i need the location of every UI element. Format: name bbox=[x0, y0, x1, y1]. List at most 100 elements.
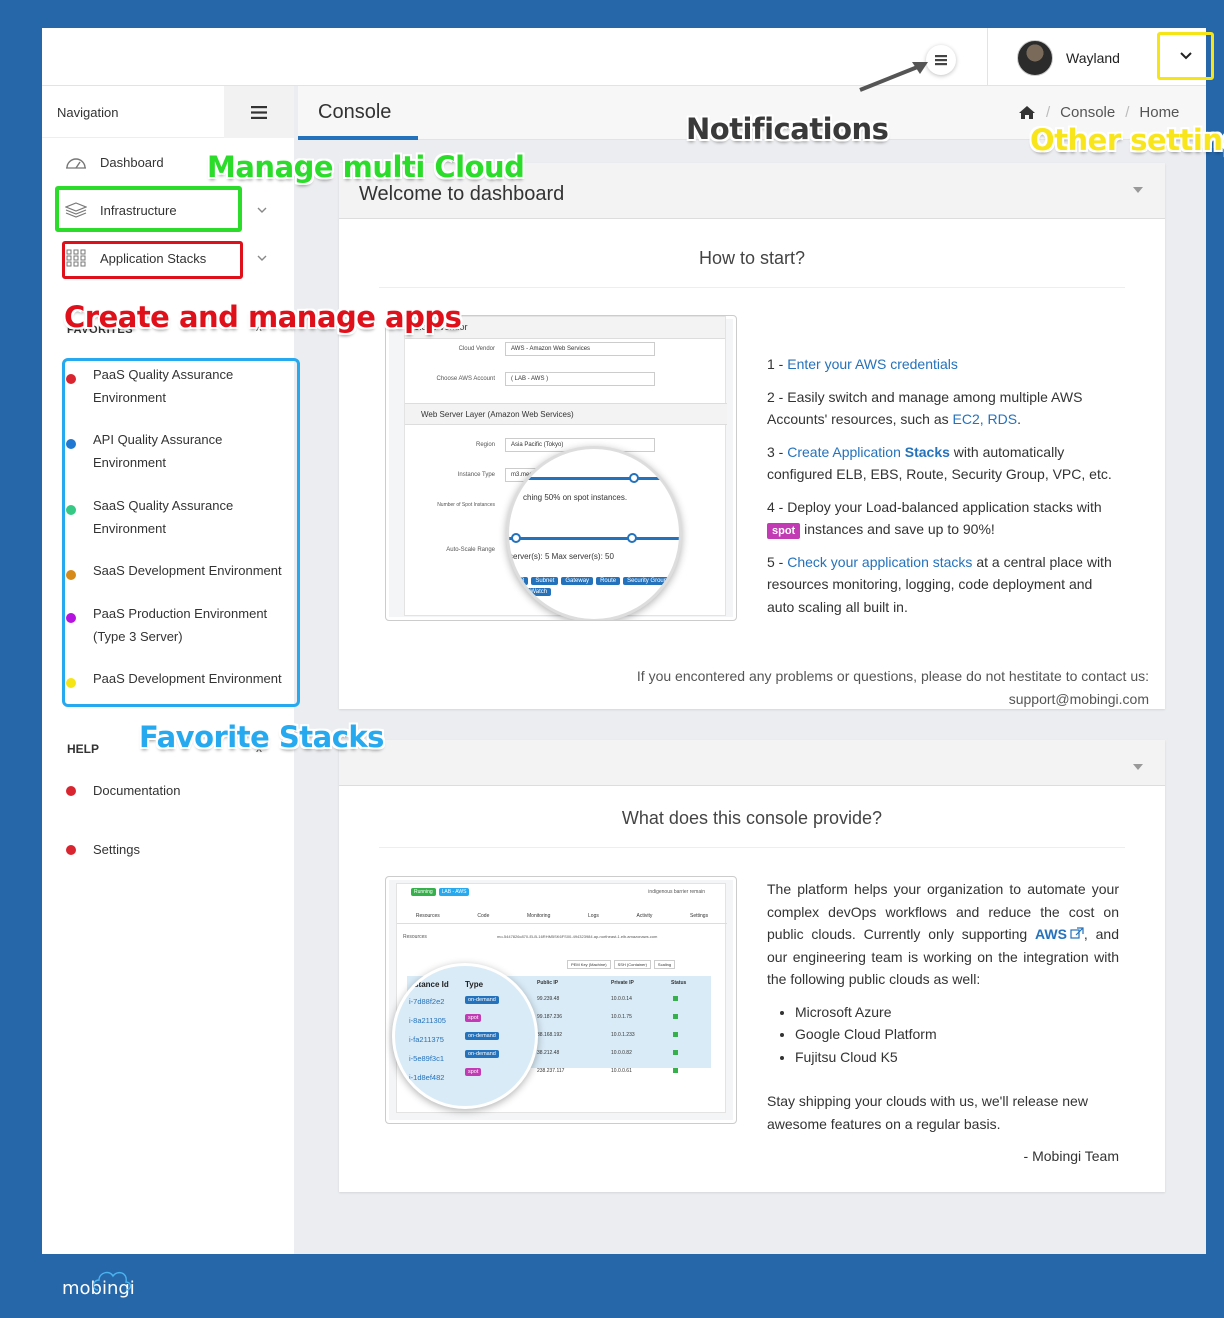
help-item-settings[interactable]: Settings bbox=[66, 842, 140, 857]
slider-track bbox=[519, 477, 669, 480]
setup-screenshot: Cloud Vendor Cloud Vendor AWS - Amazon W… bbox=[385, 315, 737, 621]
status-ok-icon bbox=[673, 1032, 678, 1037]
running-badge: Running bbox=[411, 888, 436, 896]
getting-started-steps: 1 - Enter your AWS credentials 2 - Easil… bbox=[767, 353, 1117, 628]
create-stacks-link-bold[interactable]: Stacks bbox=[905, 444, 950, 460]
step-text: 2 - Easily switch and manage among multi… bbox=[767, 388, 1083, 428]
step-1: 1 - Enter your AWS credentials bbox=[767, 353, 1117, 376]
screenshot-text: indigenous barrier remain bbox=[648, 889, 705, 895]
screenshot-label: Cloud Vendor bbox=[458, 346, 495, 352]
type-badge: spot bbox=[465, 1068, 482, 1076]
public-ip-column: 99.239.48 99.187.236 38.168.192 38.212.4… bbox=[537, 990, 564, 1080]
screenshot-text: server(s): 5 Max server(s): 50 bbox=[509, 552, 614, 561]
screenshot-buttons: PEM Key (Machine) SSH (Container) Scalin… bbox=[567, 960, 676, 969]
status-ok-icon bbox=[673, 1068, 678, 1073]
sidebar: Navigation Dashboard Infrastructure Appl… bbox=[42, 86, 300, 1254]
collapse-caret-icon[interactable] bbox=[1133, 764, 1143, 770]
top-bar: Wayland bbox=[42, 28, 1206, 86]
highlight-box-infrastructure bbox=[55, 186, 242, 232]
contact-info: If you encontered any problems or questi… bbox=[637, 665, 1149, 710]
slider-handle bbox=[629, 473, 639, 483]
screenshot-label: Auto-Scale Range bbox=[446, 547, 495, 553]
table-cell: i-8a211305 bbox=[409, 1016, 446, 1025]
menu-toggle-button[interactable] bbox=[224, 86, 294, 138]
page-title: Console bbox=[318, 101, 392, 123]
range-handle-max bbox=[627, 533, 637, 543]
step-5: 5 - Check your application stacks at a c… bbox=[767, 551, 1117, 619]
list-item: Google Cloud Platform bbox=[795, 1023, 1119, 1046]
enter-credentials-link[interactable]: Enter your AWS credentials bbox=[787, 356, 958, 372]
screenshot-tab: Logs bbox=[588, 913, 599, 919]
table-cell: 238.237.117 bbox=[537, 1068, 565, 1074]
column-header: Status bbox=[671, 980, 687, 986]
tag: Subnet bbox=[531, 577, 559, 585]
tag: Gateway bbox=[561, 577, 594, 585]
type-column: on-demand spot on-demand on-demand spot bbox=[465, 996, 499, 1076]
annotation-favorite-stacks: Favorite Stacks bbox=[139, 720, 384, 754]
screenshot-label: Number of Spot Instances bbox=[437, 502, 495, 508]
topbar-divider bbox=[987, 28, 988, 86]
list-item: Fujitsu Cloud K5 bbox=[795, 1046, 1119, 1069]
status-ok-icon bbox=[673, 996, 678, 1001]
range-handle-min bbox=[511, 533, 521, 543]
screenshot-tab: Code bbox=[477, 913, 490, 919]
username[interactable]: Wayland bbox=[1066, 50, 1120, 66]
aws-link[interactable]: AWS bbox=[1035, 926, 1067, 942]
help-label: Documentation bbox=[93, 783, 181, 798]
avatar[interactable] bbox=[1017, 40, 1053, 76]
ec2-rds-link[interactable]: EC2, RDS bbox=[953, 411, 1018, 427]
how-to-start-heading: How to start? bbox=[698, 248, 806, 268]
chevron-down-icon bbox=[1179, 52, 1192, 60]
magnifier-lens: ching 50% on spot instances. server(s): … bbox=[506, 446, 682, 620]
screenshot-button: PEM Key (Machine) bbox=[567, 960, 611, 969]
screenshot-tab: Monitoring bbox=[527, 913, 551, 919]
divider bbox=[379, 847, 1125, 848]
help-item-documentation[interactable]: Documentation bbox=[66, 783, 180, 798]
support-email[interactable]: support@mobingi.com bbox=[637, 688, 1149, 711]
step-text: 3 - bbox=[767, 443, 788, 460]
screenshot-select: AWS - Amazon Web Services bbox=[505, 342, 655, 356]
arrow-annotation-icon bbox=[859, 62, 928, 92]
signature: - Mobingi Team bbox=[1023, 1148, 1119, 1164]
column-header: Instance Id bbox=[407, 980, 449, 989]
check-stacks-link[interactable]: Check your application stacks bbox=[787, 554, 972, 570]
screenshot-text: ching 50% on spot instances. bbox=[523, 493, 628, 502]
external-link-icon[interactable] bbox=[1070, 927, 1084, 939]
screenshot-label: Instance Type bbox=[457, 472, 495, 478]
features-description: The platform helps your organization to … bbox=[767, 878, 1119, 1168]
clouds-list: Microsoft Azure Google Cloud Platform Fu… bbox=[795, 1001, 1119, 1069]
screenshot-label: Region bbox=[475, 442, 495, 448]
home-icon[interactable] bbox=[1018, 105, 1036, 120]
collapse-caret-icon[interactable] bbox=[1133, 187, 1143, 193]
annotation-other-settings: Other settings bbox=[1030, 123, 1224, 157]
other-settings-button[interactable] bbox=[1157, 32, 1214, 80]
hamburger-icon bbox=[251, 105, 267, 119]
step-text: . bbox=[1017, 411, 1022, 427]
annotation-create-apps: Create and manage apps bbox=[64, 300, 462, 334]
tag: Security Group bbox=[623, 577, 672, 585]
notifications-icon bbox=[935, 55, 947, 66]
table-cell: i-fa211375 bbox=[409, 1035, 444, 1044]
infrastructure-expand-chevron-icon[interactable] bbox=[254, 202, 270, 218]
type-badge: on-demand bbox=[465, 1050, 499, 1058]
features-heading: What does this console provide? bbox=[621, 808, 883, 828]
sidebar-item-label: Dashboard bbox=[100, 154, 164, 170]
tag: ELB bbox=[509, 577, 529, 585]
screenshot-label: Choose AWS Account bbox=[436, 376, 495, 382]
screenshot-tab: Settings bbox=[690, 913, 709, 919]
step-2: 2 - Easily switch and manage among multi… bbox=[767, 386, 1117, 431]
features-panel-header bbox=[339, 740, 1165, 786]
screenshot-button: SSH (Container) bbox=[613, 960, 651, 969]
step-text: 4 - Deploy your Load-balanced applicatio… bbox=[767, 498, 1102, 515]
application-stacks-expand-chevron-icon[interactable] bbox=[254, 250, 270, 266]
table-cell: 10.0.0.14 bbox=[611, 996, 632, 1002]
app-window: Wayland Navigation Dashboard Infrastruct… bbox=[42, 28, 1206, 1254]
breadcrumb: / Console / Home bbox=[1018, 104, 1179, 121]
resources-screenshot: Running LAB - AWS indigenous barrier rem… bbox=[385, 876, 737, 1124]
step-3: 3 - Create Application Stacks with autom… bbox=[767, 441, 1117, 486]
create-stacks-link[interactable]: Create Application bbox=[787, 444, 905, 460]
breadcrumb-console[interactable]: Console bbox=[1060, 104, 1115, 121]
screenshot-text: mo-5447826c870-ELB-16RHM5SK6FS00-4943239… bbox=[497, 934, 658, 939]
range-track bbox=[509, 537, 679, 540]
magnifier-lens: Instance Id Type i-7d88f2e2 i-8a211305 i… bbox=[392, 963, 538, 1109]
